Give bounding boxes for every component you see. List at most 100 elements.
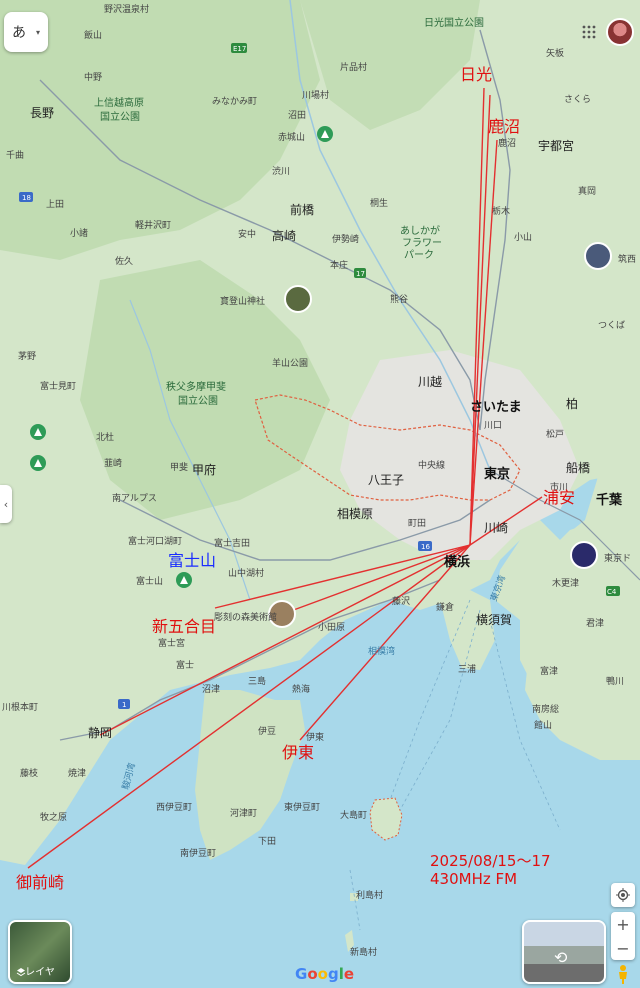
layer-button[interactable]: レイヤ xyxy=(8,920,72,984)
layer-label: レイヤ xyxy=(25,967,55,978)
svg-text:軽井沢町: 軽井沢町 xyxy=(135,219,171,231)
svg-text:北杜: 北杜 xyxy=(96,431,114,443)
svg-text:柏: 柏 xyxy=(566,396,578,411)
svg-text:三浦: 三浦 xyxy=(458,663,476,675)
svg-text:甲府: 甲府 xyxy=(192,462,216,477)
svg-text:小田原: 小田原 xyxy=(318,622,345,633)
svg-text:16: 16 xyxy=(421,543,430,551)
svg-text:上信越高原: 上信越高原 xyxy=(94,96,144,109)
svg-text:河津町: 河津町 xyxy=(230,807,257,819)
svg-text:渋川: 渋川 xyxy=(272,165,290,177)
svg-text:1: 1 xyxy=(122,701,126,709)
svg-text:彫刻の森美術館: 彫刻の森美術館 xyxy=(214,611,277,623)
input-method-toggle[interactable]: あ ▾ xyxy=(4,12,48,52)
svg-text:伊東: 伊東 xyxy=(306,731,324,743)
avatar[interactable] xyxy=(606,18,634,46)
svg-text:南伊豆町: 南伊豆町 xyxy=(180,847,216,859)
park-marker-1[interactable] xyxy=(30,424,46,440)
annotation-omaezaki: 御前崎 xyxy=(16,873,64,892)
svg-text:小山: 小山 xyxy=(514,232,532,243)
svg-text:17: 17 xyxy=(356,270,365,278)
svg-text:さくら: さくら xyxy=(564,94,591,105)
svg-text:西伊豆町: 西伊豆町 xyxy=(156,801,192,813)
svg-text:君津: 君津 xyxy=(586,618,604,629)
side-panel-toggle[interactable]: ‹ xyxy=(0,485,12,523)
apps-grid-icon[interactable] xyxy=(582,25,596,39)
svg-text:上田: 上田 xyxy=(46,199,64,210)
svg-text:横浜: 横浜 xyxy=(444,554,470,570)
svg-text:本庄: 本庄 xyxy=(330,259,348,271)
svg-text:沼津: 沼津 xyxy=(202,684,220,695)
svg-text:富士山: 富士山 xyxy=(136,575,163,587)
svg-text:川場村: 川場村 xyxy=(302,89,329,101)
annotation-fuji: 富士山 xyxy=(168,551,216,570)
svg-text:横須賀: 横須賀 xyxy=(476,613,512,627)
svg-text:矢板: 矢板 xyxy=(546,47,564,59)
svg-text:寶登山神社: 寶登山神社 xyxy=(220,295,265,307)
park-marker-akagi[interactable] xyxy=(317,126,333,142)
svg-text:国立公園: 国立公園 xyxy=(100,110,140,123)
svg-text:18: 18 xyxy=(22,194,31,202)
svg-text:鎌倉: 鎌倉 xyxy=(436,601,454,613)
svg-text:宇都宮: 宇都宮 xyxy=(538,138,574,153)
zoom-in-button[interactable]: + xyxy=(616,915,629,934)
svg-text:みなかみ町: みなかみ町 xyxy=(212,96,257,107)
google-logo: Google xyxy=(295,965,355,983)
svg-text:韮崎: 韮崎 xyxy=(104,457,122,469)
pegman-icon[interactable] xyxy=(616,964,630,984)
svg-text:館山: 館山 xyxy=(534,719,552,731)
svg-text:松戸: 松戸 xyxy=(546,428,564,440)
svg-text:筑西: 筑西 xyxy=(618,253,636,265)
svg-text:沼田: 沼田 xyxy=(288,110,306,121)
svg-text:長野: 長野 xyxy=(30,106,54,120)
svg-text:川口: 川口 xyxy=(484,421,502,431)
svg-text:熱海: 熱海 xyxy=(292,683,310,695)
chevron-left-icon: ‹ xyxy=(3,497,9,511)
photo-marker-tsukuba[interactable] xyxy=(584,242,612,270)
svg-text:千曲: 千曲 xyxy=(6,150,24,161)
svg-text:利島村: 利島村 xyxy=(356,889,383,901)
svg-text:東京ド: 東京ド xyxy=(604,552,631,564)
svg-text:三島: 三島 xyxy=(248,675,266,687)
svg-text:南房総: 南房総 xyxy=(532,703,559,715)
svg-text:E17: E17 xyxy=(233,45,246,53)
annotation-urayasu: 浦安 xyxy=(543,488,575,507)
ime-label: あ xyxy=(12,25,26,41)
svg-text:千葉: 千葉 xyxy=(596,492,623,508)
map-canvas[interactable]: 野沢温泉村 飯山 中野 長野 上信越高原 国立公園 千曲 上田 小諸 軽井沢町 … xyxy=(0,0,640,988)
svg-text:川崎: 川崎 xyxy=(484,521,508,535)
annotation-date: 2025/08/15〜17 xyxy=(430,852,551,870)
photo-marker-hodosan[interactable] xyxy=(284,285,312,313)
svg-text:飯山: 飯山 xyxy=(84,29,102,41)
svg-text:茅野: 茅野 xyxy=(18,351,36,362)
svg-text:フラワー: フラワー xyxy=(402,237,442,249)
svg-text:富士見町: 富士見町 xyxy=(40,380,76,392)
svg-text:伊豆: 伊豆 xyxy=(258,725,276,737)
svg-text:藤沢: 藤沢 xyxy=(392,595,410,607)
zoom-out-button[interactable]: − xyxy=(616,939,629,958)
svg-text:川越: 川越 xyxy=(418,375,442,389)
svg-text:鹿沼: 鹿沼 xyxy=(498,137,516,149)
svg-text:東京: 東京 xyxy=(484,466,510,482)
svg-text:富津: 富津 xyxy=(540,665,558,677)
svg-text:新島村: 新島村 xyxy=(350,946,377,958)
svg-text:高崎: 高崎 xyxy=(272,228,296,243)
park-marker-fuji[interactable] xyxy=(176,572,192,588)
my-location-button[interactable] xyxy=(611,883,635,907)
annotation-ito: 伊東 xyxy=(282,743,314,762)
park-marker-2[interactable] xyxy=(30,455,46,471)
svg-text:大島町: 大島町 xyxy=(340,809,367,821)
annotation-nikko: 日光 xyxy=(460,65,492,84)
svg-text:野沢温泉村: 野沢温泉村 xyxy=(104,3,149,15)
svg-text:中野: 中野 xyxy=(84,71,102,83)
photo-marker-disney[interactable] xyxy=(570,541,598,569)
street-view-preview[interactable]: ⟲ xyxy=(522,920,606,984)
svg-text:相模原: 相模原 xyxy=(337,507,373,521)
360-icon: ⟲ xyxy=(554,948,568,967)
svg-text:富士河口湖町: 富士河口湖町 xyxy=(128,535,182,547)
annotation-band: 430MHz FM xyxy=(430,870,517,888)
svg-text:山中湖村: 山中湖村 xyxy=(228,567,264,579)
svg-text:羊山公園: 羊山公園 xyxy=(272,357,308,369)
target-icon xyxy=(616,888,630,902)
svg-text:伊勢崎: 伊勢崎 xyxy=(332,233,359,245)
